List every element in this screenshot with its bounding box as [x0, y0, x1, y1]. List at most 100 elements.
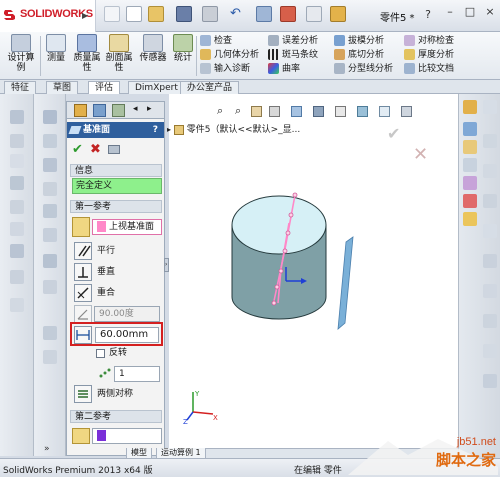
property-manager-tab-icon[interactable] — [93, 104, 106, 117]
tab-evaluate[interactable]: 评估 — [88, 81, 121, 94]
section-properties-button[interactable]: 剖面属性 — [104, 34, 134, 78]
view-orientation-icon[interactable] — [291, 106, 302, 117]
cancel-x-icon[interactable]: ✖ — [90, 142, 101, 157]
minimize-button[interactable]: – — [440, 3, 460, 21]
mirror-tool-icon[interactable] — [10, 298, 24, 312]
right-toolbar-icon[interactable] — [483, 284, 497, 298]
right-toolbar-icon[interactable] — [483, 374, 497, 388]
zebra-stripes-button[interactable]: 斑马条纹 — [268, 48, 334, 62]
help-icon[interactable]: ? — [153, 122, 158, 138]
tab-scroll-right-icon[interactable]: ▸ — [147, 104, 152, 114]
rectangle-tool-icon[interactable] — [10, 154, 24, 168]
apply-scene-icon[interactable] — [379, 106, 390, 117]
loft-icon[interactable] — [43, 182, 57, 196]
confirm-cancel-icon[interactable]: ✕ — [413, 144, 428, 165]
expand-toolbar-icon[interactable]: » — [44, 444, 50, 454]
print-icon[interactable] — [202, 6, 218, 22]
tab-features[interactable]: 特征 — [4, 81, 37, 94]
tab-office-products[interactable]: 办公室产品 — [180, 81, 240, 94]
angle-field[interactable]: 90.00度 — [94, 306, 160, 322]
symmetric-button[interactable] — [74, 385, 92, 403]
reverse-checkbox[interactable] — [96, 349, 105, 358]
right-toolbar-icon[interactable] — [483, 100, 497, 114]
line-tool-icon[interactable] — [10, 134, 24, 148]
flyout-feature-tree[interactable]: ▸ 零件5（默认<<默认>_显... — [167, 122, 300, 135]
trim-tool-icon[interactable] — [10, 244, 24, 258]
distance-field[interactable]: 60.00mm — [95, 327, 159, 343]
shell-icon[interactable] — [43, 254, 57, 268]
symmetry-check-button[interactable]: 对称检查 — [404, 34, 490, 48]
right-toolbar-icon[interactable] — [483, 344, 497, 358]
right-toolbar-icon[interactable] — [483, 224, 497, 238]
perpendicular-button[interactable] — [74, 263, 92, 281]
edit-appearance-icon[interactable] — [357, 106, 368, 117]
maximize-button[interactable]: □ — [460, 3, 480, 21]
rib-icon[interactable] — [43, 280, 57, 294]
fillet-icon[interactable] — [43, 204, 57, 218]
sensor-button[interactable]: 传感器 — [138, 34, 168, 78]
options-gear-icon[interactable] — [330, 6, 346, 22]
zoom-to-fit-icon[interactable]: ⌕ — [217, 104, 223, 118]
extrude-icon[interactable] — [43, 110, 57, 124]
cylinder-model[interactable] — [219, 179, 359, 339]
mass-properties-button[interactable]: 质量属性 — [72, 34, 102, 78]
deviation-analysis-button[interactable]: 误差分析 — [268, 34, 334, 48]
section-view-icon[interactable] — [269, 106, 280, 117]
instance-count-field[interactable]: 1 — [114, 366, 160, 382]
second-reference-header[interactable]: 第二参考 — [70, 410, 162, 423]
zoom-to-area-icon[interactable]: ⌕ — [235, 104, 241, 118]
resources-icon[interactable] — [463, 100, 477, 114]
right-toolbar-icon[interactable] — [483, 164, 497, 178]
new-document-icon[interactable] — [126, 6, 142, 22]
custom-properties-icon[interactable] — [463, 194, 477, 208]
select-icon[interactable] — [256, 6, 272, 22]
thickness-analysis-button[interactable]: 厚度分析 — [404, 48, 490, 62]
compare-documents-button[interactable]: 比较文档 — [404, 62, 490, 76]
spline-tool-icon[interactable] — [10, 222, 24, 236]
tab-sketch[interactable]: 草图 — [46, 81, 79, 94]
parallel-button[interactable] — [74, 242, 92, 260]
tab-dimxpert[interactable]: DimXpert — [128, 81, 185, 94]
save-icon[interactable] — [176, 6, 192, 22]
curvature-button[interactable]: 曲率 — [268, 62, 334, 76]
geometry-analysis-button[interactable]: 几何体分析 — [200, 48, 266, 62]
right-toolbar-icon[interactable] — [483, 134, 497, 148]
view-palette-icon[interactable] — [463, 158, 477, 172]
arc-tool-icon[interactable] — [10, 200, 24, 214]
info-section-header[interactable]: 信息 — [70, 164, 162, 177]
close-button[interactable]: × — [480, 3, 500, 21]
parting-line-analysis-button[interactable]: 分型线分析 — [334, 62, 400, 76]
first-reference-field[interactable]: 上视基准面 — [92, 219, 162, 235]
import-diagnostics-button[interactable]: 输入诊断 — [200, 62, 266, 76]
right-toolbar-icon[interactable] — [483, 314, 497, 328]
file-properties-icon[interactable] — [306, 6, 322, 22]
menu-arrow-icon[interactable]: ▶ — [82, 11, 88, 20]
sketch-tool-icon[interactable] — [10, 110, 24, 124]
circle-tool-icon[interactable] — [10, 176, 24, 190]
display-style-icon[interactable] — [313, 106, 324, 117]
pushpin-icon[interactable] — [108, 145, 120, 154]
expand-tree-icon[interactable]: ▸ — [167, 125, 171, 134]
view-settings-icon[interactable] — [401, 106, 412, 117]
pattern-icon[interactable] — [43, 326, 57, 340]
statistics-button[interactable]: 统计 — [172, 34, 194, 78]
undo-icon[interactable]: ↶ — [230, 6, 241, 21]
home-icon[interactable] — [104, 6, 120, 22]
ok-checkmark-icon[interactable]: ✔ — [72, 142, 83, 157]
previous-view-icon[interactable] — [251, 106, 262, 117]
design-library-icon[interactable] — [463, 122, 477, 136]
distance-button[interactable] — [74, 326, 92, 344]
design-study-button[interactable]: 设计算例 — [4, 34, 38, 78]
right-toolbar-icon[interactable] — [483, 194, 497, 208]
forum-icon[interactable] — [463, 212, 477, 226]
angle-button[interactable] — [74, 305, 92, 323]
chamfer-icon[interactable] — [43, 228, 57, 242]
revolve-icon[interactable] — [43, 134, 57, 148]
configuration-tab-icon[interactable] — [112, 104, 125, 117]
hide-show-items-icon[interactable] — [335, 106, 346, 117]
undercut-analysis-button[interactable]: 底切分析 — [334, 48, 400, 62]
right-toolbar-icon[interactable] — [483, 254, 497, 268]
check-button[interactable]: 检查 — [200, 34, 266, 48]
rebuild-icon[interactable] — [280, 6, 296, 22]
confirm-ok-icon[interactable]: ✔ — [387, 124, 400, 143]
